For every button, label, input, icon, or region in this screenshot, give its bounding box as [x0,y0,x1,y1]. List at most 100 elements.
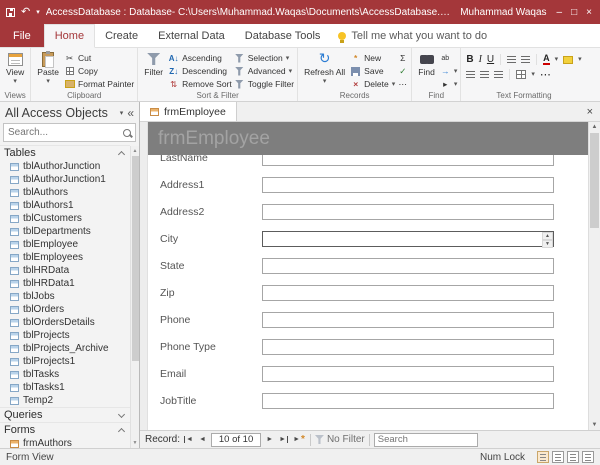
view-button[interactable]: View ▾ [3,50,27,86]
new-record-button[interactable]: * New [350,52,395,64]
more-records-button[interactable]: ⋯ [397,78,408,90]
align-center-button[interactable] [480,71,489,79]
navigation-search-box[interactable] [3,123,136,142]
tab-database-tools[interactable]: Database Tools [235,24,331,47]
align-left-button[interactable] [466,71,475,79]
sidebar-item-table[interactable]: tblHRData [0,264,130,277]
shutter-bar-close-icon[interactable]: « [127,106,134,120]
sidebar-item-table[interactable]: tblOrders [0,303,130,316]
layout-view-icon[interactable] [567,451,579,463]
scroll-up-icon[interactable]: ▲ [133,146,138,156]
next-record-button[interactable]: ► [265,436,274,443]
sidebar-item-form[interactable]: frmAuthors [0,437,130,448]
totals-button[interactable]: Σ [397,52,408,64]
spin-up-icon[interactable]: ▲ [542,232,553,240]
field-input[interactable] [262,258,554,274]
align-right-button[interactable] [494,71,503,79]
refresh-all-button[interactable]: ↻ Refresh All ▾ [301,50,348,86]
paste-button[interactable]: Paste ▾ [34,50,62,86]
format-painter-button[interactable]: Format Painter [64,78,134,90]
spelling-button[interactable]: ✓ [397,65,408,77]
filter-button[interactable]: Filter [141,50,166,78]
form-vertical-scrollbar[interactable]: ▲ ▼ [588,122,600,430]
highlight-color-button[interactable] [563,56,573,64]
sidebar-item-table[interactable]: tblEmployees [0,251,130,264]
spin-down-icon[interactable]: ▼ [542,240,553,248]
font-color-button[interactable]: A [543,54,550,65]
bold-button[interactable]: B [466,54,473,65]
undo-icon[interactable]: ↶ [21,7,30,18]
copy-button[interactable]: Copy [64,65,134,77]
sidebar-item-table[interactable]: tblTasks1 [0,381,130,394]
save-record-button[interactable]: Save [350,65,395,77]
sidebar-item-table[interactable]: tblEmployee [0,238,130,251]
find-button[interactable]: Find [415,50,438,78]
field-input[interactable] [262,393,554,409]
scroll-down-icon[interactable]: ▼ [592,420,598,430]
last-record-button[interactable]: ► [278,436,288,443]
sidebar-item-table[interactable]: tblOrdersDetails [0,316,130,329]
sidebar-item-table[interactable]: tblTasks [0,368,130,381]
save-icon[interactable] [6,8,15,17]
sidebar-item-table[interactable]: tblCustomers [0,212,130,225]
tab-file[interactable]: File [0,24,44,47]
sidebar-item-table[interactable]: tblAuthors [0,186,130,199]
tab-home[interactable]: Home [44,24,95,48]
gridlines-button[interactable] [516,70,526,79]
scroll-up-icon[interactable]: ▲ [592,122,598,132]
replace-button[interactable]: ab [440,52,458,64]
advanced-button[interactable]: Advanced ▾ [234,65,294,77]
maximize-icon[interactable]: □ [571,7,577,18]
previous-record-button[interactable]: ◄ [198,436,207,443]
record-search-input[interactable] [374,433,478,447]
current-record-box[interactable]: 10 of 10 [211,433,261,447]
qat-customize-icon[interactable]: ▾ [36,9,40,16]
navigation-pane-title[interactable]: All Access Objects [5,106,116,120]
cut-button[interactable]: ✂ Cut [64,52,134,64]
field-input[interactable] [262,339,554,355]
sidebar-item-table[interactable]: tblProjects [0,329,130,342]
sidebar-item-table[interactable]: tblAuthorJunction1 [0,173,130,186]
goto-button[interactable]: → ▾ [440,65,458,77]
sidebar-item-table[interactable]: Temp2 [0,394,130,407]
field-input[interactable] [262,204,554,220]
scrollbar-thumb[interactable] [590,133,599,228]
field-input[interactable] [262,366,554,382]
close-icon[interactable]: × [586,7,592,18]
new-blank-record-button[interactable]: ►* [292,434,306,445]
scroll-down-icon[interactable]: ▼ [133,438,138,448]
delete-record-button[interactable]: × Delete ▾ [350,78,395,90]
sidebar-item-table[interactable]: tblAuthorJunction [0,160,130,173]
italic-button[interactable]: I [479,54,482,65]
sidebar-item-table[interactable]: tblAuthors1 [0,199,130,212]
select-button[interactable]: ▸ ▾ [440,78,458,90]
field-input[interactable] [262,312,554,328]
underline-button[interactable]: U [487,54,494,65]
field-input[interactable] [262,155,554,166]
field-input[interactable] [262,231,554,247]
section-header-forms[interactable]: Forms [0,422,130,437]
datasheet-view-icon[interactable] [552,451,564,463]
section-header-queries[interactable]: Queries [0,407,130,422]
ascending-button[interactable]: A↓ Ascending [168,52,232,64]
tab-create[interactable]: Create [95,24,148,47]
tab-external-data[interactable]: External Data [148,24,235,47]
sidebar-item-table[interactable]: tblProjects1 [0,355,130,368]
bullet-list-button[interactable] [507,56,516,64]
tell-me-box[interactable]: Tell me what you want to do [338,24,487,47]
section-header-tables[interactable]: Tables [0,145,130,160]
more-formatting-button[interactable]: ⋯ [540,68,551,81]
descending-button[interactable]: Z↓ Descending [168,65,232,77]
sidebar-item-table[interactable]: tblProjects_Archive [0,342,130,355]
sidebar-scrollbar[interactable]: ▲ ▼ [130,146,139,448]
textbox-scrollbar[interactable]: ▲ ▼ [542,232,553,246]
signed-in-user[interactable]: Muhammad Waqas [460,7,546,18]
pane-menu-dropdown-icon[interactable]: ▾ [120,110,124,117]
field-input[interactable] [262,177,554,193]
form-view-icon[interactable] [537,451,549,463]
scrollbar-thumb[interactable] [132,156,139,361]
sidebar-item-table[interactable]: tblJobs [0,290,130,303]
document-close-icon[interactable]: × [580,102,600,121]
numbered-list-button[interactable] [521,56,530,64]
field-input[interactable] [262,285,554,301]
